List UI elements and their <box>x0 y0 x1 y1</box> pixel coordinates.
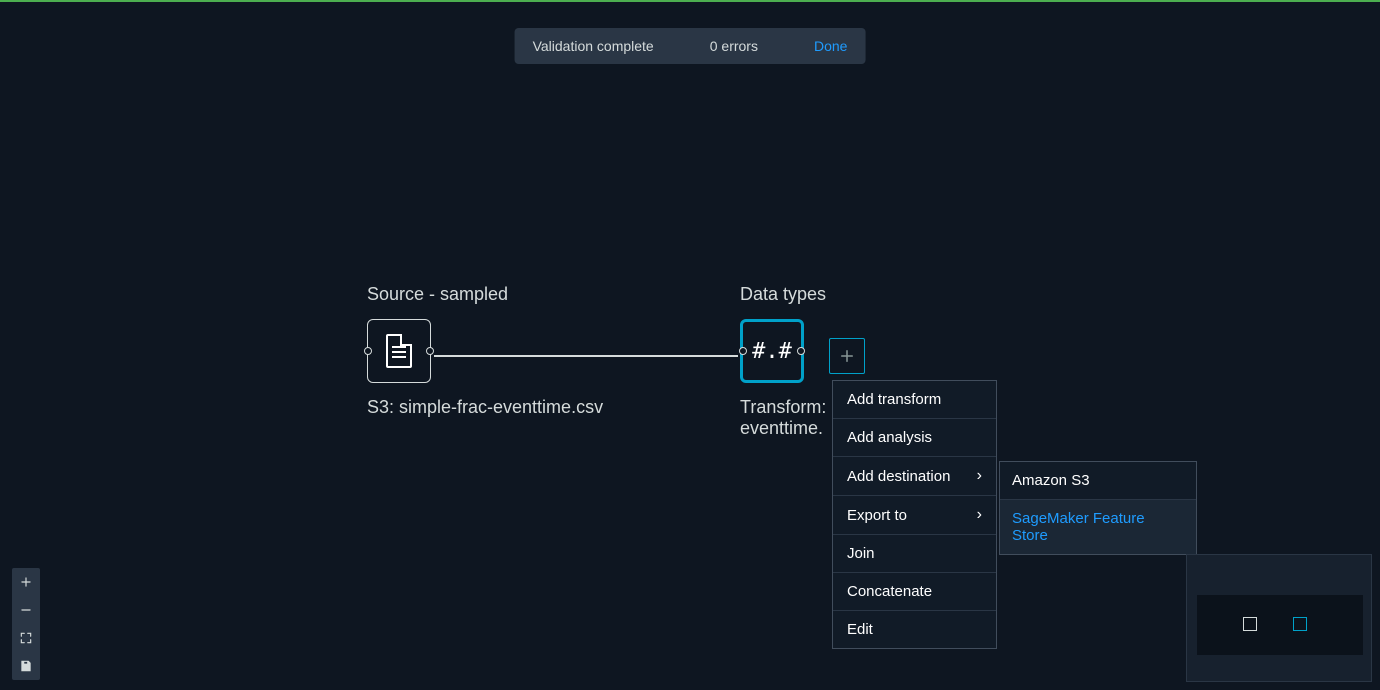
flow-canvas[interactable]: Source - sampled S3: simple-frac-eventti… <box>0 0 1380 690</box>
zoom-panel <box>12 568 40 680</box>
fullscreen-icon <box>19 631 33 645</box>
submenu-amazon-s3[interactable]: Amazon S3 <box>1000 462 1196 500</box>
minimap[interactable] <box>1186 554 1372 682</box>
node-source-subtitle: S3: simple-frac-eventtime.csv <box>367 397 603 418</box>
menu-concatenate[interactable]: Concatenate <box>833 573 996 611</box>
node-source-box[interactable] <box>367 319 431 383</box>
submenu-sagemaker-feature-store[interactable]: SageMaker Feature Store <box>1000 500 1196 554</box>
chevron-right-icon: › <box>977 506 982 524</box>
chevron-right-icon: › <box>977 467 982 485</box>
file-icon <box>386 334 412 368</box>
node-data-types[interactable]: Data types #.# Transform: eventtime. <box>740 284 826 439</box>
node-types-title: Data types <box>740 284 826 305</box>
fit-button[interactable] <box>12 624 40 652</box>
minimap-node-types <box>1293 617 1307 631</box>
connector-source-to-types <box>434 355 738 357</box>
port-in[interactable] <box>364 347 372 355</box>
zoom-in-button[interactable] <box>12 568 40 596</box>
menu-add-transform[interactable]: Add transform <box>833 381 996 419</box>
node-types-box[interactable]: #.# <box>740 319 804 383</box>
hash-icon: #.# <box>752 339 792 364</box>
menu-add-destination[interactable]: Add destination › <box>833 457 996 496</box>
port-out[interactable] <box>797 347 805 355</box>
add-step-button[interactable] <box>829 338 865 374</box>
menu-edit[interactable]: Edit <box>833 611 996 648</box>
context-menu: Add transform Add analysis Add destinati… <box>832 380 997 649</box>
export-submenu: Amazon S3 SageMaker Feature Store <box>999 461 1197 555</box>
node-source-title: Source - sampled <box>367 284 603 305</box>
save-icon <box>19 659 33 673</box>
minimap-node-source <box>1243 617 1257 631</box>
port-out[interactable] <box>426 347 434 355</box>
node-source[interactable]: Source - sampled S3: simple-frac-eventti… <box>367 284 603 418</box>
port-in[interactable] <box>739 347 747 355</box>
minus-icon <box>19 603 33 617</box>
minimap-canvas <box>1197 595 1363 655</box>
menu-add-analysis[interactable]: Add analysis <box>833 419 996 457</box>
menu-join[interactable]: Join <box>833 535 996 573</box>
zoom-out-button[interactable] <box>12 596 40 624</box>
node-types-subtitle: Transform: eventtime. <box>740 397 826 439</box>
save-button[interactable] <box>12 652 40 680</box>
menu-export-to[interactable]: Export to › <box>833 496 996 535</box>
plus-icon <box>838 347 856 365</box>
plus-icon <box>19 575 33 589</box>
